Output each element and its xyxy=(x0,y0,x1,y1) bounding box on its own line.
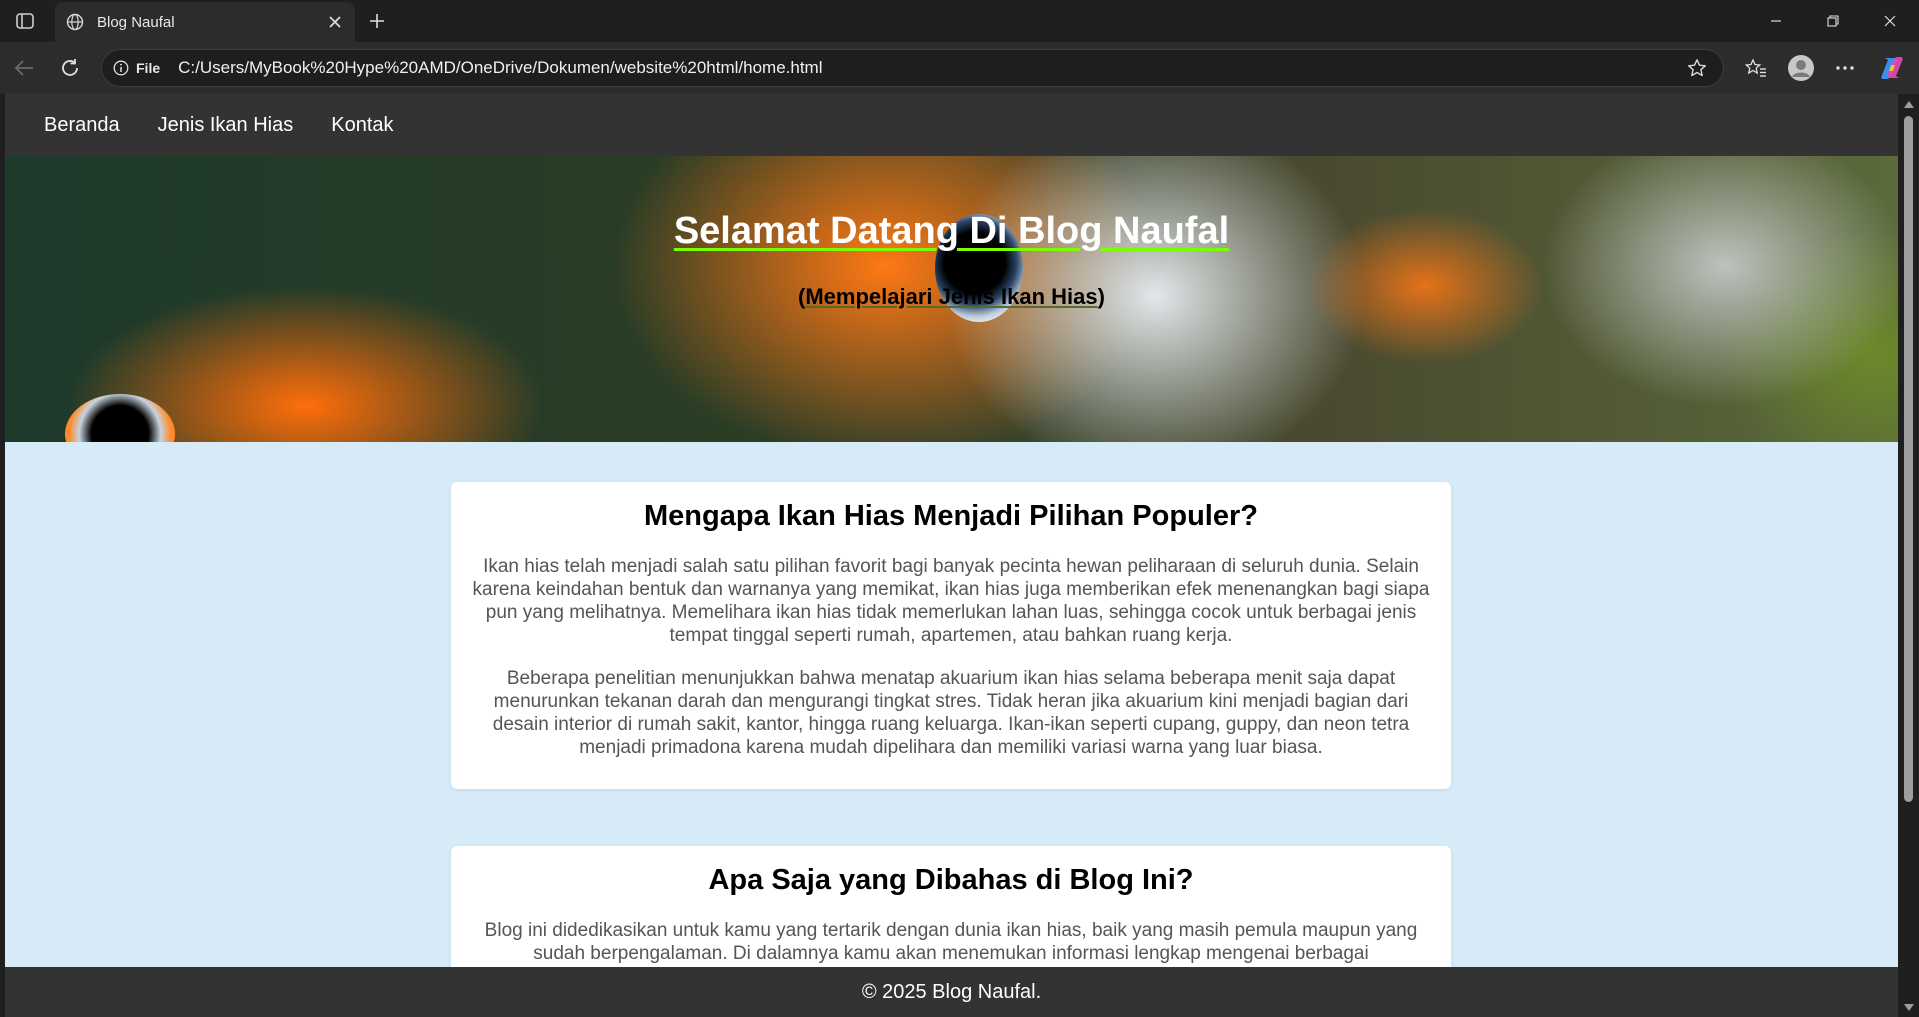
plus-icon[interactable] xyxy=(364,8,390,34)
scroll-down-icon[interactable] xyxy=(1902,1001,1915,1013)
hero-subtitle-text: Mempelajari Jenis Ikan Hias xyxy=(805,284,1098,309)
section-paragraph: Blog ini didedikasikan untuk kamu yang t… xyxy=(484,920,1418,964)
footer-text: © 2025 Blog Naufal. xyxy=(861,980,1042,1003)
nav-link-beranda[interactable]: Beranda xyxy=(44,114,120,137)
profile-icon[interactable] xyxy=(1787,54,1815,82)
page-viewport: Beranda Jenis Ikan Hias Kontak Selamat D… xyxy=(5,94,1898,1017)
sidebar-toggle-icon[interactable] xyxy=(12,9,38,33)
restore-icon[interactable] xyxy=(1819,8,1847,34)
hero-subtitle-close: ) xyxy=(1097,284,1105,309)
favorites-icon[interactable] xyxy=(1742,54,1770,82)
section-paragraph: Beberapa penelitian menunjukkan bahwa me… xyxy=(492,668,1410,758)
hero-title: Selamat Datang Di Blog Naufal xyxy=(673,210,1230,252)
browser-toolbar: File C:/Users/MyBook%20Hype%20AMD/OneDri… xyxy=(0,42,1919,94)
address-bar[interactable]: File C:/Users/MyBook%20Hype%20AMD/OneDri… xyxy=(101,49,1724,87)
tab-title: Blog Naufal xyxy=(97,13,175,31)
content-card: Mengapa Ikan Hias Menjadi Pilihan Popule… xyxy=(451,482,1451,789)
section-paragraph: Ikan hias telah menjadi salah satu pilih… xyxy=(472,556,1430,646)
section-heading: Mengapa Ikan Hias Menjadi Pilihan Popule… xyxy=(644,500,1258,532)
globe-icon xyxy=(65,12,85,32)
nav-link-kontak[interactable]: Kontak xyxy=(331,114,393,137)
nav-link-jenis-ikan-hias[interactable]: Jenis Ikan Hias xyxy=(158,114,294,137)
close-icon[interactable] xyxy=(323,10,347,34)
more-icon[interactable] xyxy=(1831,54,1859,82)
back-icon[interactable] xyxy=(10,54,38,82)
hero-banner: Selamat Datang Di Blog Naufal (Mempelaja… xyxy=(5,156,1898,442)
star-icon[interactable] xyxy=(1683,54,1711,82)
hero-fish-eye-secondary xyxy=(65,394,175,442)
url-text[interactable]: C:/Users/MyBook%20Hype%20AMD/OneDrive/Do… xyxy=(178,58,1683,78)
site-navbar: Beranda Jenis Ikan Hias Kontak xyxy=(5,94,1898,156)
window-close-icon[interactable] xyxy=(1876,8,1904,34)
tab-strip: Blog Naufal xyxy=(0,0,1919,42)
info-icon[interactable] xyxy=(112,59,130,77)
site-footer: © 2025 Blog Naufal. xyxy=(5,967,1898,1017)
refresh-icon[interactable] xyxy=(56,54,84,82)
scrollbar-thumb[interactable] xyxy=(1904,116,1913,802)
tab-blog-naufal[interactable]: Blog Naufal xyxy=(55,2,355,42)
section-heading: Apa Saja yang Dibahas di Blog Ini? xyxy=(708,864,1194,896)
copilot-icon[interactable] xyxy=(1878,54,1906,82)
scroll-up-icon[interactable] xyxy=(1902,98,1915,110)
address-scheme-label: File xyxy=(136,60,161,76)
minimize-icon[interactable] xyxy=(1762,8,1790,34)
vertical-scrollbar[interactable] xyxy=(1898,94,1919,1017)
hero-subtitle: (Mempelajari Jenis Ikan Hias) xyxy=(5,284,1898,310)
